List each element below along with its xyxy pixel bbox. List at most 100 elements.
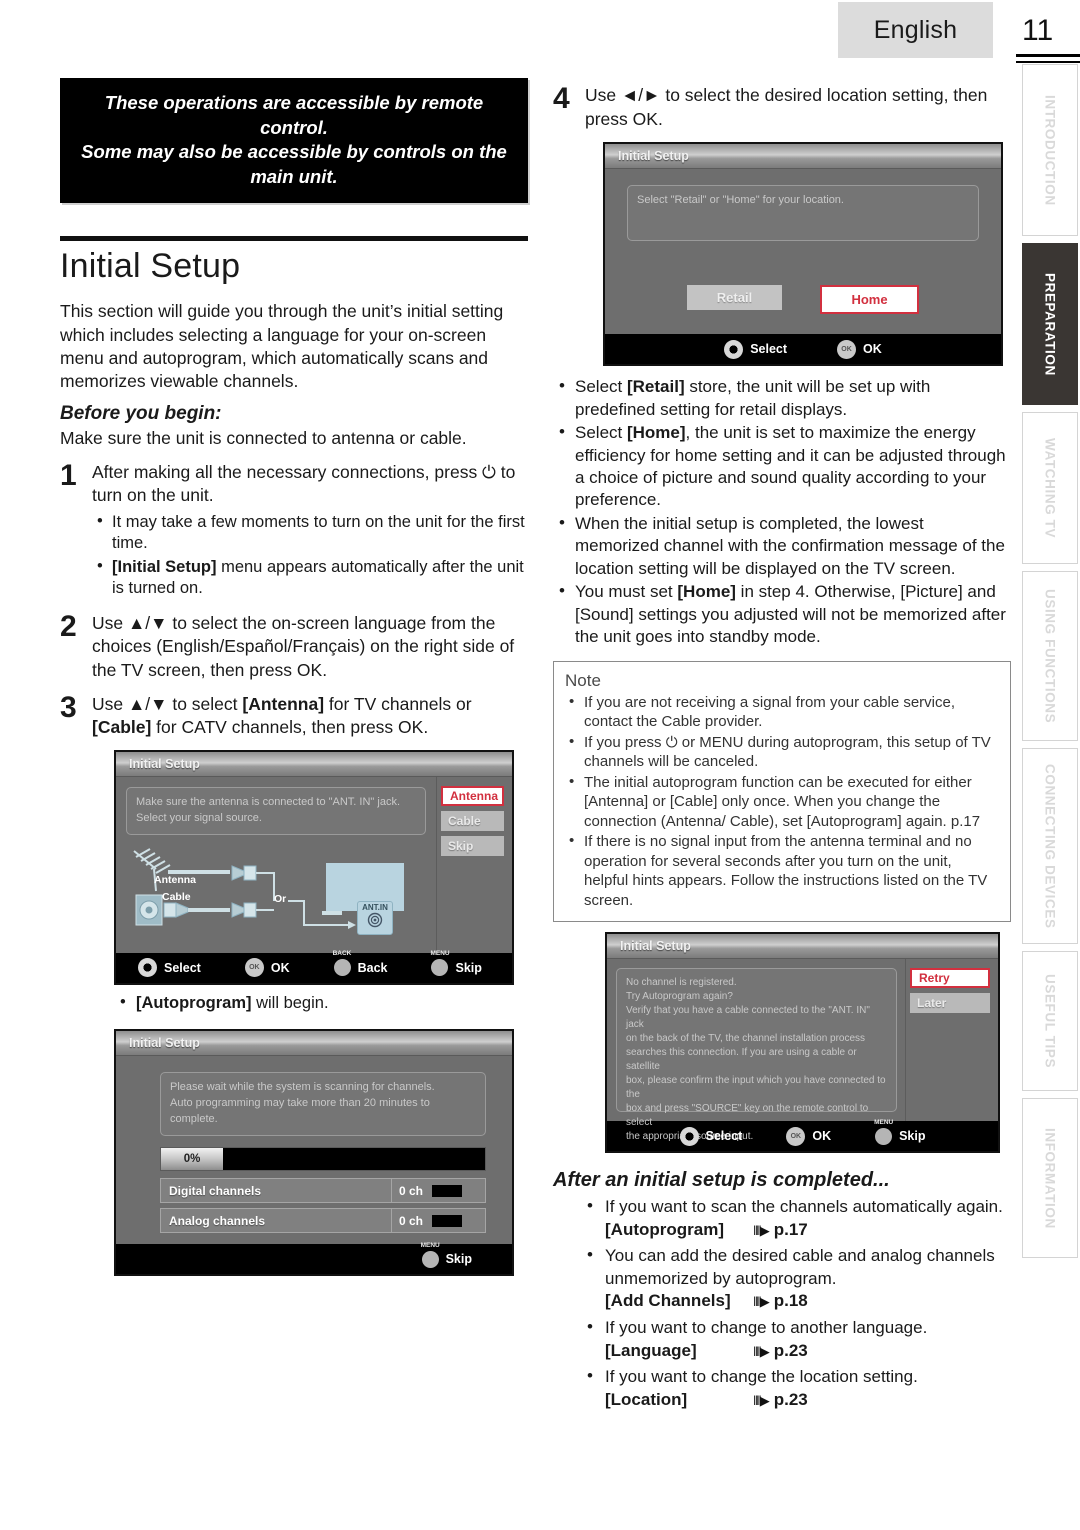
after-setup-heading: After an initial setup is completed... <box>553 1169 890 1191</box>
after-setup-reference: [Add Channels] ‖‖▶ p.18 <box>605 1290 1011 1313</box>
after-setup-item-2: You can add the desired cable and analog… <box>583 1244 1011 1313</box>
section-tab-connecting-devices[interactable]: CONNECTING DEVICES <box>1022 748 1078 944</box>
location-message: Select "Retail" or "Home" for your locat… <box>637 194 844 207</box>
footer-hint-skip: MENU Skip <box>421 1242 472 1268</box>
osd-option-cable[interactable]: Cable <box>441 810 504 831</box>
osd-option-label: Later <box>917 996 947 1010</box>
key-cap-label: MENU <box>420 1241 440 1249</box>
ok-icon: OK <box>837 339 857 359</box>
footer-hint-label: Back <box>357 960 388 975</box>
footer-hint-ok: OK OK <box>786 1126 832 1146</box>
after-setup-item-text: You can add the desired cable and analog… <box>605 1246 995 1288</box>
remote-control-callout: These operations are accessible by remot… <box>60 78 528 204</box>
page-arrow-icon: ‖‖▶ <box>753 1294 770 1310</box>
channel-type-label: Digital channels <box>169 1183 262 1198</box>
retry-message-line-8: the appropriate source input. <box>626 1131 754 1142</box>
osd-title-progress: Initial Setup <box>129 1036 200 1051</box>
section-tab-information[interactable]: INFORMATION <box>1022 1098 1078 1258</box>
bullet-key: [Retail] <box>626 377 685 397</box>
osd-option-list: Antenna Cable Skip <box>436 776 512 953</box>
retry-message-line-2: Try Autoprogram again? <box>626 991 733 1002</box>
osd-title-location: Initial Setup <box>618 149 689 164</box>
step-1-bullet-2: [Initial Setup] menu appears automatical… <box>92 556 530 600</box>
location-bullet-4: You must set [Home] in step 4. Otherwise… <box>553 580 1011 648</box>
channel-indicator-box <box>432 1214 463 1227</box>
footer-hint-label: OK <box>863 342 882 357</box>
step-3: 3 Use ▲/▼ to select [Antenna] for TV cha… <box>60 690 530 740</box>
step-3-number: 3 <box>60 690 77 724</box>
section-tab-useful-tips[interactable]: USEFUL TIPS <box>1022 951 1078 1091</box>
ok-icon: OK <box>244 958 264 978</box>
after-setup-list: If you want to scan the channels automat… <box>583 1195 1011 1412</box>
tv-screenshot-no-channel: Initial Setup No channel is registered. T… <box>605 932 1000 1153</box>
retry-message-line-1: No channel is registered. <box>626 977 737 988</box>
osd-footer-progress: MENU Skip <box>116 1242 512 1275</box>
callout-line-2: Some may also be accessible by controls … <box>81 141 507 187</box>
retry-message-line-4: on the back of the TV, the channel insta… <box>626 1033 866 1044</box>
diagram-label-or: Or <box>274 892 287 905</box>
dpad-icon <box>679 1126 699 1146</box>
step-1-bullet-1: It may take a few moments to turn on the… <box>92 511 530 555</box>
initial-setup-key: [Initial Setup] <box>112 557 217 576</box>
section-tab-using-functions[interactable]: USING FUNCTIONS <box>1022 571 1078 741</box>
osd-option-label: Retry <box>919 971 950 985</box>
key-cap-label: BACK <box>332 950 352 958</box>
footer-hint-label: Select <box>705 1129 743 1143</box>
progress-bar-fill: 0% <box>161 1148 223 1171</box>
note-item-1: If you are not receiving a signal from y… <box>565 692 999 732</box>
progress-message-line-2: Auto programming may take more than 20 m… <box>170 1097 430 1110</box>
osd-option-skip[interactable]: Skip <box>441 835 504 856</box>
bullet-pre: Select <box>575 423 627 443</box>
osd-title-bar-progress: Initial Setup <box>116 1031 512 1057</box>
after-setup-page-ref: p.23 <box>773 1389 808 1409</box>
page-arrow-icon: ‖‖▶ <box>753 1343 770 1359</box>
ant-in-label: ANT.IN <box>362 902 388 912</box>
before-you-begin-heading: Before you begin: <box>60 403 222 425</box>
autoprogram-key: [Autoprogram] <box>136 993 252 1012</box>
dpad-icon <box>138 958 157 978</box>
location-bullet-1: Select [Retail] store, the unit will be … <box>553 375 1011 421</box>
osd-option-label: Antenna <box>450 788 498 803</box>
after-setup-reference: [Location] ‖‖▶ p.23 <box>605 1389 1011 1412</box>
footer-hint-select: Select <box>138 958 201 978</box>
osd-title-retry: Initial Setup <box>620 939 691 953</box>
footer-hint-ok: OK OK <box>837 339 882 359</box>
osd-message-location: Select "Retail" or "Home" for your locat… <box>627 185 979 242</box>
antenna-key: [Antenna] <box>242 693 325 714</box>
note-item-4: If there is no signal input from the ant… <box>565 831 999 910</box>
section-tab-introduction[interactable]: INTRODUCTION <box>1022 64 1078 236</box>
diagram-label-antenna: Antenna <box>154 873 196 886</box>
osd-title-bar-retry: Initial Setup <box>607 934 998 959</box>
title-divider <box>60 236 528 242</box>
section-tab-watching-tv[interactable]: WATCHING TV <box>1022 412 1078 564</box>
footer-hint-label: OK <box>812 1129 832 1143</box>
section-tab-preparation[interactable]: PREPARATION <box>1022 243 1078 405</box>
step-2-text: Use ▲/▼ to select the on-screen language… <box>92 612 515 680</box>
retry-message-line-3: Verify that you have a cable connected t… <box>626 1005 870 1030</box>
channel-count-value: 0 ch <box>391 1209 485 1233</box>
step-3-mid: for TV channels or <box>324 693 472 714</box>
key-cap-label: MENU <box>874 1118 894 1126</box>
osd-title: Initial Setup <box>129 756 200 771</box>
osd-message: Make sure the antenna is connected to "A… <box>126 786 426 835</box>
after-setup-page-ref: p.23 <box>773 1340 808 1360</box>
section-tab-label: INFORMATION <box>1042 1127 1058 1229</box>
osd-option-antenna[interactable]: Antenna <box>441 785 504 806</box>
step-1-number: 1 <box>60 458 77 492</box>
location-button-home[interactable]: Home <box>820 285 919 315</box>
after-setup-reference: [Autoprogram] ‖‖▶ p.17 <box>605 1219 1011 1242</box>
osd-option-label: Cable <box>448 813 481 828</box>
intro-paragraph: This section will guide you through the … <box>60 301 504 392</box>
ant-in-jack-icon: ANT.IN <box>357 900 393 935</box>
osd-option-retry[interactable]: Retry <box>910 968 990 988</box>
section-tab-label: USEFUL TIPS <box>1042 973 1058 1069</box>
osd-message-retry: No channel is registered. Try Autoprogram… <box>616 968 897 1142</box>
osd-title-bar-location: Initial Setup <box>605 144 1001 170</box>
section-tab-label: WATCHING TV <box>1042 437 1058 539</box>
after-setup-reference: [Language] ‖‖▶ p.23 <box>605 1340 1011 1363</box>
osd-footer: Select OK OK BACK Back MENU Skip <box>116 950 512 983</box>
menu-key-icon: MENU <box>421 1242 440 1268</box>
location-button-retail[interactable]: Retail <box>687 285 782 311</box>
osd-option-later[interactable]: Later <box>910 993 990 1013</box>
channel-indicator-box <box>432 1184 463 1197</box>
